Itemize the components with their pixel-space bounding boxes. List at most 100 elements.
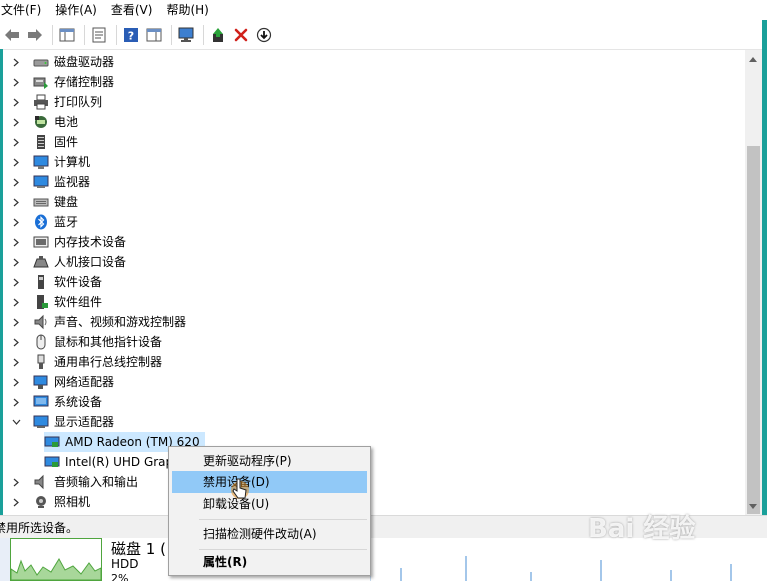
tree-item-label: 人机接口设备 — [54, 255, 127, 269]
tree-item-label: 声音、视频和游戏控制器 — [54, 315, 187, 329]
tree-item-label: 计算机 — [54, 155, 91, 169]
tree-item-label: 电池 — [54, 115, 79, 129]
tree-item-system-devices[interactable]: 系统设备 — [11, 392, 102, 412]
tree-item-print-queues[interactable]: 打印队列 — [11, 92, 102, 112]
disk-title: 磁盘 1 ( — [111, 540, 166, 558]
svg-text:?: ? — [128, 29, 134, 42]
scan-hardware-monitor-icon[interactable] — [176, 24, 196, 46]
chevron-down-icon[interactable] — [11, 417, 21, 427]
action-pane-icon[interactable] — [144, 24, 164, 46]
chevron-right-icon[interactable] — [11, 337, 21, 347]
chevron-right-icon[interactable] — [11, 317, 21, 327]
show-hide-console-tree-icon[interactable] — [57, 24, 77, 46]
tree-item-intel-uhd-graphics[interactable]: Intel(R) UHD Grap — [44, 452, 178, 472]
tree-item-mice-pointing-devices[interactable]: 鼠标和其他指针设备 — [11, 332, 162, 352]
chevron-right-icon[interactable] — [11, 217, 21, 227]
background-window-edge — [762, 20, 767, 520]
properties-icon[interactable] — [89, 24, 109, 46]
back-arrow-icon[interactable] — [2, 24, 22, 46]
chevron-right-icon[interactable] — [11, 377, 21, 387]
chevron-right-icon[interactable] — [11, 257, 21, 267]
forward-arrow-icon[interactable] — [25, 24, 45, 46]
keyboard-icon — [33, 194, 49, 210]
chevron-right-icon[interactable] — [11, 157, 21, 167]
tree-item-sound-video-game-controllers[interactable]: 声音、视频和游戏控制器 — [11, 312, 186, 332]
toolbar-separator — [52, 24, 53, 45]
tree-item-software-components[interactable]: 软件组件 — [11, 292, 102, 312]
chevron-right-icon[interactable] — [11, 277, 21, 287]
ctx-disable-device[interactable]: 禁用设备(D) — [172, 471, 367, 493]
uninstall-x-icon[interactable] — [231, 24, 251, 46]
tree-item-label: 通用串行总线控制器 — [54, 355, 163, 369]
tree-item-batteries[interactable]: 电池 — [11, 112, 78, 132]
scroll-up-arrow-icon[interactable] — [749, 57, 757, 62]
menu-view[interactable]: 查看(V) — [104, 0, 160, 20]
chevron-right-icon[interactable] — [11, 97, 21, 107]
chevron-right-icon[interactable] — [11, 197, 21, 207]
tree-item-storage-controllers[interactable]: 存储控制器 — [11, 72, 114, 92]
chevron-right-icon[interactable] — [11, 77, 21, 87]
tree-item-disk-drives[interactable]: 磁盘驱动器 — [11, 52, 114, 72]
chevron-right-icon[interactable] — [11, 117, 21, 127]
ctx-separator — [199, 519, 367, 520]
install-down-arrow-icon[interactable] — [254, 24, 274, 46]
battery-icon — [33, 114, 49, 130]
menu-file[interactable]: 文件(F) — [0, 0, 48, 20]
tree-item-audio-inputs-outputs[interactable]: 音频输入和输出 — [11, 472, 138, 492]
tree-item-label: 软件组件 — [54, 295, 103, 309]
usb-icon — [33, 354, 49, 370]
tree-item-cameras[interactable]: 照相机 — [11, 492, 90, 512]
ctx-update-driver[interactable]: 更新驱动程序(P) — [172, 450, 367, 472]
audio-io-icon — [33, 474, 49, 490]
tree-item-keyboards[interactable]: 键盘 — [11, 192, 78, 212]
scroll-thumb[interactable] — [747, 146, 760, 514]
ctx-separator — [199, 549, 367, 550]
scroll-down-arrow-icon[interactable] — [749, 504, 757, 509]
tree-item-computer[interactable]: 计算机 — [11, 152, 90, 172]
ctx-uninstall-device[interactable]: 卸载设备(U) — [172, 493, 367, 515]
tree-item-monitors[interactable]: 监视器 — [11, 172, 90, 192]
ctx-properties[interactable]: 属性(R) — [172, 551, 367, 573]
chevron-right-icon[interactable] — [11, 137, 21, 147]
chevron-right-icon[interactable] — [11, 397, 21, 407]
toolbar: ? — [0, 20, 767, 49]
gpu-card-icon — [44, 434, 60, 450]
tree-item-memory-technology-devices[interactable]: 内存技术设备 — [11, 232, 126, 252]
menu-action[interactable]: 操作(A) — [48, 0, 104, 20]
tree-item-label: 内存技术设备 — [54, 235, 127, 249]
tree-item-label: 系统设备 — [54, 395, 103, 409]
tree-item-label: 网络适配器 — [54, 375, 115, 389]
background-window-edge — [0, 49, 3, 519]
toolbar-separator — [203, 24, 204, 45]
chevron-right-icon[interactable] — [11, 357, 21, 367]
chevron-right-icon[interactable] — [11, 497, 21, 507]
tree-item-network-adapters[interactable]: 网络适配器 — [11, 372, 114, 392]
toolbar-separator — [116, 24, 117, 45]
tree-vertical-scrollbar[interactable] — [745, 50, 762, 516]
tree-item-firmware[interactable]: 固件 — [11, 132, 78, 152]
update-driver-icon[interactable] — [208, 24, 228, 46]
disk-type: HDD — [111, 557, 139, 571]
tree-item-usb-controllers[interactable]: 通用串行总线控制器 — [11, 352, 162, 372]
disk-graph-thumbnail[interactable] — [10, 538, 102, 581]
tree-item-label: 显示适配器 — [54, 415, 115, 429]
printer-icon — [33, 94, 49, 110]
chevron-right-icon[interactable] — [11, 477, 21, 487]
tree-item-label: 固件 — [54, 135, 79, 149]
help-icon[interactable]: ? — [121, 24, 141, 46]
chevron-right-icon[interactable] — [11, 57, 21, 67]
chevron-right-icon[interactable] — [11, 297, 21, 307]
tree-item-bluetooth[interactable]: 蓝牙 — [11, 212, 78, 232]
chevron-right-icon[interactable] — [11, 237, 21, 247]
status-text: 禁用所选设备。 — [0, 520, 79, 535]
ctx-scan-hardware-changes[interactable]: 扫描检测硬件改动(A) — [172, 523, 367, 545]
toolbar-separator — [84, 24, 85, 45]
tree-item-display-adapters[interactable]: 显示适配器 — [11, 412, 114, 432]
menu-help[interactable]: 帮助(H) — [159, 0, 215, 20]
disk-usage: 2% — [111, 572, 129, 581]
chevron-right-icon[interactable] — [11, 177, 21, 187]
tree-item-human-interface-devices[interactable]: 人机接口设备 — [11, 252, 126, 272]
software-component-icon — [33, 294, 49, 310]
tree-item-software-devices[interactable]: 软件设备 — [11, 272, 102, 292]
disk-activity-graph — [370, 538, 767, 581]
